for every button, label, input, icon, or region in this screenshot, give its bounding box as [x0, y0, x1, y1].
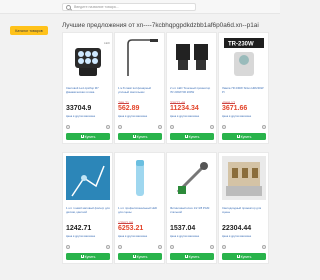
shop-link[interactable]: Цена в другом магазине	[222, 115, 251, 118]
shop-link[interactable]: Цена в другом магазине	[170, 235, 199, 238]
compare-icon[interactable]	[158, 125, 162, 129]
card-meta	[170, 125, 214, 129]
shop-link[interactable]: Цена в другом магазине	[66, 115, 95, 118]
cart-icon	[80, 135, 84, 138]
favorite-icon[interactable]	[66, 245, 70, 249]
buy-label: Купить	[136, 134, 148, 139]
search-placeholder: Введите название товара...	[74, 5, 119, 9]
buy-label: Купить	[240, 254, 252, 259]
card-meta	[118, 245, 162, 249]
buy-label: Купить	[136, 254, 148, 259]
svg-text:LED: LED	[104, 41, 110, 45]
product-card[interactable]: Светодиодный прожектор для сцены 22304.4…	[218, 152, 269, 264]
favorite-icon[interactable]	[118, 245, 122, 249]
price: 1537.04	[170, 225, 196, 232]
product-image[interactable]	[66, 156, 110, 200]
buy-button[interactable]: Купить	[170, 133, 214, 140]
shop-link[interactable]: Цена в другом магазине	[118, 115, 147, 118]
shop-link[interactable]: Цена в другом магазине	[170, 115, 199, 118]
product-card[interactable]: Фитинговый ключ 1/2 3/8 PGM стальной 153…	[166, 152, 217, 264]
compare-icon[interactable]	[106, 125, 110, 129]
product-image[interactable]: LED	[66, 36, 110, 80]
cart-icon	[132, 135, 136, 138]
price: 33704.9	[66, 105, 92, 112]
cart-icon	[236, 135, 240, 138]
card-meta	[118, 125, 162, 129]
price: 1242.71	[66, 225, 92, 232]
favorite-icon[interactable]	[222, 245, 226, 249]
cart-icon	[132, 255, 136, 258]
card-meta	[66, 125, 110, 129]
product-title[interactable]: Световой Led-прибор M7 Динамическая голо…	[66, 87, 110, 94]
buy-label: Купить	[188, 254, 200, 259]
favorite-icon[interactable]	[170, 125, 174, 129]
card-meta	[66, 245, 110, 249]
shop-link[interactable]: Цена в другом магазине	[66, 235, 95, 238]
favorite-icon[interactable]	[66, 125, 70, 129]
cart-icon	[236, 255, 240, 258]
buy-button[interactable]: Купить	[222, 133, 266, 140]
price: 11234.34	[170, 105, 199, 112]
buy-label: Купить	[84, 254, 96, 259]
catalog-button[interactable]: Каталог товаров	[10, 26, 48, 35]
product-title[interactable]: 1 шт. тонкий матовый фильтр для дисков, …	[66, 207, 110, 214]
buy-button[interactable]: Купить	[118, 133, 162, 140]
product-card[interactable]: TR-230W Лампа 7R 230W Sirius HRI230W Pr …	[218, 32, 269, 144]
compare-icon[interactable]	[262, 245, 266, 249]
cart-icon	[184, 135, 188, 138]
card-meta	[222, 125, 266, 129]
shop-link[interactable]: Цена в другом магазине	[118, 235, 147, 238]
compare-icon[interactable]	[158, 245, 162, 249]
svg-text:TR-230W: TR-230W	[228, 42, 254, 48]
price: 3671.66	[222, 105, 248, 112]
buy-button[interactable]: Купить	[66, 253, 110, 260]
product-card[interactable]: 2 шт. LED Точечный прожектор 7R 230W 5R …	[166, 32, 217, 144]
product-card[interactable]: 1 шт. тонкий матовый фильтр для дисков, …	[62, 152, 113, 264]
favorite-icon[interactable]	[118, 125, 122, 129]
favorite-icon[interactable]	[170, 245, 174, 249]
buy-button[interactable]: Купить	[118, 253, 162, 260]
price: 22304.44	[222, 225, 252, 232]
card-meta	[222, 245, 266, 249]
product-title[interactable]: 2 шт. LED Точечный прожектор 7R 230W 5R …	[170, 87, 214, 94]
product-title[interactable]: 1 м 8 ламп led фонарный уличный светильн…	[118, 87, 162, 94]
top-bar: Введите название товара...	[0, 0, 280, 14]
product-image[interactable]: TR-230W	[222, 36, 266, 80]
buy-button[interactable]: Купить	[222, 253, 266, 260]
search-icon[interactable]	[66, 4, 71, 10]
buy-label: Купить	[240, 134, 252, 139]
product-card[interactable]: 1 м 8 ламп led фонарный уличный светильн…	[114, 32, 165, 144]
buy-label: Купить	[84, 134, 96, 139]
cart-icon	[80, 255, 84, 258]
product-image[interactable]	[118, 36, 162, 80]
product-title[interactable]: Фитинговый ключ 1/2 3/8 PGM стальной	[170, 207, 214, 214]
buy-button[interactable]: Купить	[66, 133, 110, 140]
product-title[interactable]: 1 шт. профессиональный LED для сцены	[118, 207, 162, 214]
product-card[interactable]: 1 шт. профессиональный LED для сцены 125…	[114, 152, 165, 264]
compare-icon[interactable]	[210, 125, 214, 129]
product-title[interactable]: Светодиодный прожектор для сцены	[222, 207, 266, 214]
product-image[interactable]	[170, 36, 214, 80]
page-title: Лучшие предложения от xn----7kcbhqpgpdkd…	[62, 22, 259, 29]
product-image[interactable]	[170, 156, 214, 200]
product-image[interactable]	[222, 156, 266, 200]
search-input[interactable]: Введите название товара...	[62, 3, 196, 11]
price: 562.89	[118, 105, 140, 112]
card-meta	[170, 245, 214, 249]
compare-icon[interactable]	[106, 245, 110, 249]
favorite-icon[interactable]	[222, 125, 226, 129]
cart-icon	[184, 255, 188, 258]
buy-button[interactable]: Купить	[170, 253, 214, 260]
compare-icon[interactable]	[262, 125, 266, 129]
product-image[interactable]	[118, 156, 162, 200]
buy-label: Купить	[188, 134, 200, 139]
compare-icon[interactable]	[210, 245, 214, 249]
product-card[interactable]: LED Световой Led-прибор M7 Динамическая …	[62, 32, 113, 144]
product-title[interactable]: Лампа 7R 230W Sirius HRI230W Pr	[222, 87, 266, 94]
shop-link[interactable]: Цена в другом магазине	[222, 235, 251, 238]
price: 6253.21	[118, 225, 144, 232]
